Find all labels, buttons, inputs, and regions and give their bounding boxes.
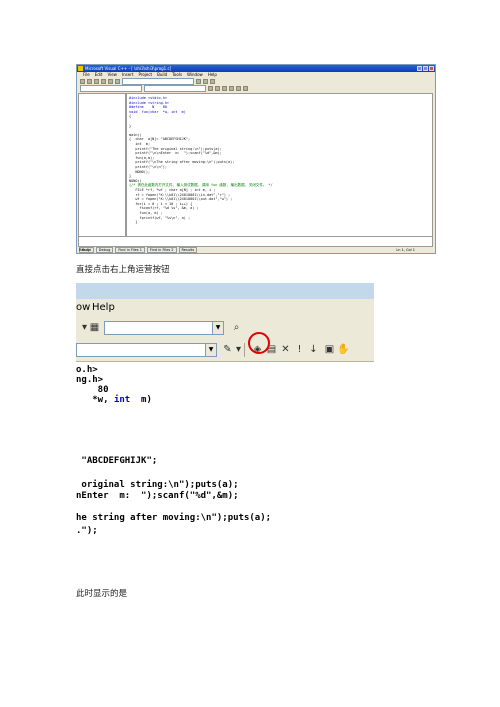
- toolbar-separator: [244, 343, 245, 357]
- code-line-3: 80: [76, 385, 109, 395]
- workspace-pane[interactable]: [78, 93, 126, 237]
- status-ready: Ready: [79, 248, 90, 252]
- editor-code-line: #include <stdio.h>: [129, 96, 167, 100]
- code-text: m): [130, 395, 152, 403]
- hand-icon[interactable]: ✋: [337, 343, 350, 356]
- editor-code-line: fun(a, m) ;: [129, 211, 163, 215]
- stop-build-icon[interactable]: ✕: [279, 343, 292, 356]
- window-top-strip: [76, 283, 374, 299]
- workspace-icon[interactable]: [203, 79, 208, 84]
- editor-code-line: fscanf(rf, "%d %s", &m, a) ;: [129, 206, 199, 211]
- code-line-4: *w, int m): [76, 395, 152, 403]
- editor-code-line: printf("\n\n");: [129, 165, 167, 169]
- code-line: "ABCDEFGHIJK";: [76, 456, 158, 466]
- ide-title-bar: Microsoft Visual C++ - [ \shi3\shi3\prog…: [77, 65, 435, 72]
- member-combo[interactable]: ▼: [76, 343, 217, 357]
- editor-code-line: printf("The original string:\n");puts(a)…: [129, 146, 222, 151]
- editor-code-line: printf("\nThe string after moving:\n");p…: [129, 160, 235, 165]
- editor-code-line: #include <string.h>: [129, 100, 170, 105]
- code-line: .");: [76, 526, 98, 536]
- compile-icon[interactable]: [208, 86, 213, 91]
- status-position: Ln 1, Col 1: [396, 248, 415, 252]
- paste-icon[interactable]: [115, 79, 120, 84]
- status-bar: Ready Ln 1, Col 1: [77, 247, 435, 253]
- editor-code-line: void fun(char *w, int m): [129, 109, 186, 114]
- editor-code-line: }: [129, 174, 132, 179]
- open-icon[interactable]: [87, 79, 92, 84]
- go-icon[interactable]: [236, 86, 241, 91]
- code-line: nEnter m: ");scanf("%d",&m);: [76, 491, 239, 501]
- menu-window-partial[interactable]: ow: [76, 299, 90, 317]
- class-combo[interactable]: [80, 85, 142, 92]
- execute-icon[interactable]: [229, 86, 234, 91]
- zoom-menu-bar: ow Help: [76, 299, 374, 317]
- execute-icon[interactable]: !: [293, 343, 306, 356]
- copy-icon[interactable]: [108, 79, 113, 84]
- go-icon[interactable]: ↓: [307, 343, 320, 356]
- minimize-button[interactable]: [417, 66, 422, 71]
- editor-code-line: FILE *rf, *wf ; char a[N] ; int m, i ;: [129, 188, 216, 192]
- editor-code-line: int m;: [129, 142, 151, 146]
- code-zoom-screenshot: "ABCDEFGHIJK"; original string:\n");puts…: [76, 450, 296, 536]
- editor-code-line: printf("\n\nEnter m: ");scanf("%d",&m);: [129, 151, 222, 156]
- member-combo[interactable]: [144, 85, 206, 92]
- editor-code-line: NONO();: [129, 169, 151, 174]
- find-in-files-icon[interactable]: ▦: [88, 321, 101, 334]
- output-icon[interactable]: [210, 79, 215, 84]
- code-line-2: ng.h>: [76, 375, 104, 385]
- highlight-circle: [248, 332, 270, 354]
- code-line: he string after moving:\n");puts(a);: [76, 513, 272, 523]
- output-window[interactable]: [78, 236, 433, 247]
- editor-code-line: }: [129, 123, 132, 128]
- find-combo[interactable]: ▼: [104, 321, 224, 335]
- zoom-standard-toolbar: ▾ ▦ ▼ ⌕: [76, 317, 374, 339]
- editor-code-line: #define N 80: [129, 105, 167, 110]
- new-icon[interactable]: [80, 79, 85, 84]
- caption-display: 此时显示的是: [76, 589, 128, 599]
- code-line: original string:\n");puts(a);: [76, 480, 239, 490]
- code-keyword: int: [113, 395, 131, 403]
- save-icon[interactable]: [94, 79, 99, 84]
- build-icon[interactable]: [215, 86, 220, 91]
- ide-title: Microsoft Visual C++ - [ \shi3\shi3\prog…: [85, 66, 172, 71]
- find-combo[interactable]: [122, 78, 194, 85]
- editor-code-line: main(): [129, 132, 142, 137]
- find-icon[interactable]: [196, 79, 201, 84]
- zoom-build-toolbar: ▼ ✎ ▾ ◈ ▤ ✕ ! ↓ ▣ ✋: [76, 339, 374, 362]
- editor-code-line: {: [129, 114, 132, 119]
- editor-code-line: { char a[N]= "ABCDEFGHIJK";: [129, 137, 191, 142]
- caption-click-run: 直接点击右上角运营按钮: [76, 265, 170, 275]
- binoculars-icon[interactable]: ⌕: [230, 321, 243, 334]
- cut-icon[interactable]: [101, 79, 106, 84]
- code-editor[interactable]: #include <stdio.h> #include <string.h> #de…: [126, 93, 433, 237]
- code-line-1: o.h>: [76, 365, 98, 375]
- insert-breakpoint-icon[interactable]: ▣: [323, 343, 336, 356]
- editor-code-line: wf = fopen("K:\\k01\\24010001\\out.dat",…: [129, 197, 233, 202]
- editor-code-line: rf = fopen("K:\\k01\\24010001\\in.dat","…: [129, 192, 231, 197]
- standard-toolbar: [77, 78, 435, 85]
- code-text: *w,: [76, 395, 114, 403]
- editor-code-line: fprintf(wf, "%s\n", a) ;: [129, 215, 191, 220]
- build-toolbar: [77, 85, 435, 92]
- ide-screenshot: Microsoft Visual C++ - [ \shi3\shi3\prog…: [76, 64, 436, 254]
- maximize-button[interactable]: [423, 66, 428, 71]
- editor-code-line: }: [129, 220, 138, 225]
- stop-build-icon[interactable]: [222, 86, 227, 91]
- toolbar-zoom-screenshot: ow Help ▾ ▦ ▼ ⌕ ▼ ✎ ▾ ◈ ▤ ✕ ! ↓ ▣ ✋ o.h>…: [76, 283, 374, 403]
- editor-code-line: fun(a,m);: [129, 155, 155, 160]
- app-icon: [78, 66, 83, 71]
- breakpoint-icon[interactable]: [243, 86, 248, 91]
- editor-code-line: for(i = 0 ; i < 10 ; i++) {: [129, 201, 193, 206]
- menu-help[interactable]: Help: [92, 299, 115, 317]
- close-button[interactable]: [429, 66, 434, 71]
